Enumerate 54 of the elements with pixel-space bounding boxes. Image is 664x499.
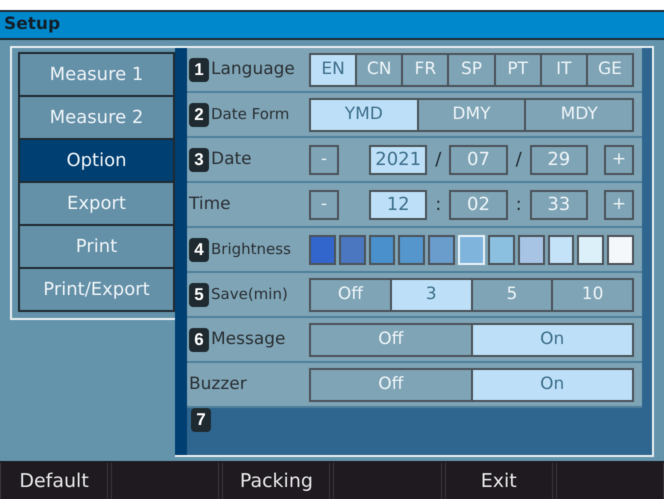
brightness-swatch[interactable] [368,234,396,264]
separator-text: : [434,193,442,217]
setting-label: Date Form [211,106,290,123]
brightness-swatch[interactable] [548,234,574,264]
separator-text: : [514,193,523,217]
increment-button[interactable]: + [604,190,634,220]
increment-button[interactable]: + [604,144,634,174]
separator-text: / [514,148,523,172]
separator-text: / [434,148,442,172]
setting-label: Language [211,61,295,78]
value-field[interactable]: 29 [530,144,588,174]
tab[interactable]: Export [18,181,175,226]
tab[interactable]: Measure 2 [18,95,175,140]
brightness-swatch[interactable] [398,234,426,264]
option-button[interactable]: On [470,324,632,354]
callout-number: 6 [189,328,209,352]
value-field[interactable]: 33 [530,190,588,220]
footer-button[interactable]: Default [0,463,108,499]
callout-number: 2 [189,102,209,126]
footer-button[interactable]: Exit [444,463,553,499]
option-button[interactable]: YMD [311,100,417,130]
callout-number: 7 [191,408,211,432]
option-button[interactable]: On [470,370,632,400]
brightness-swatch[interactable] [607,234,634,264]
setting-label: Brightness [211,241,291,258]
callout-number: 5 [189,282,209,306]
window-title: Setup [4,13,60,36]
brightness-swatch[interactable] [518,234,544,264]
brightness-swatch[interactable] [338,234,366,264]
callout-number: 1 [189,58,209,82]
brightness-swatch[interactable] [428,234,456,264]
option-button[interactable]: 3 [390,280,470,310]
tab[interactable]: Print [18,224,175,269]
setting-label: Message [211,331,286,348]
decrement-button[interactable]: - [309,190,339,220]
setting-label: Buzzer [189,376,247,393]
setting-label: Save(min) [211,286,288,303]
callout-number: 4 [189,238,209,262]
setting-label: Time [189,196,231,213]
tab[interactable]: Option [18,138,175,183]
value-field[interactable]: 07 [449,144,508,174]
option-button[interactable]: EN [311,54,356,84]
tab[interactable]: Measure 1 [18,52,175,97]
brightness-swatch[interactable] [577,234,604,264]
brightness-swatch[interactable] [488,234,515,264]
value-field[interactable]: 2021 [369,144,428,174]
callout-number: 3 [189,148,209,172]
decrement-button[interactable]: - [309,144,339,174]
setting-label: Date [211,151,252,168]
value-field[interactable]: 02 [449,190,508,220]
brightness-swatch[interactable] [309,234,336,264]
value-field[interactable]: 12 [369,190,428,220]
footer-button[interactable]: Packing [222,463,330,499]
tab[interactable]: Print/Export [18,267,175,312]
